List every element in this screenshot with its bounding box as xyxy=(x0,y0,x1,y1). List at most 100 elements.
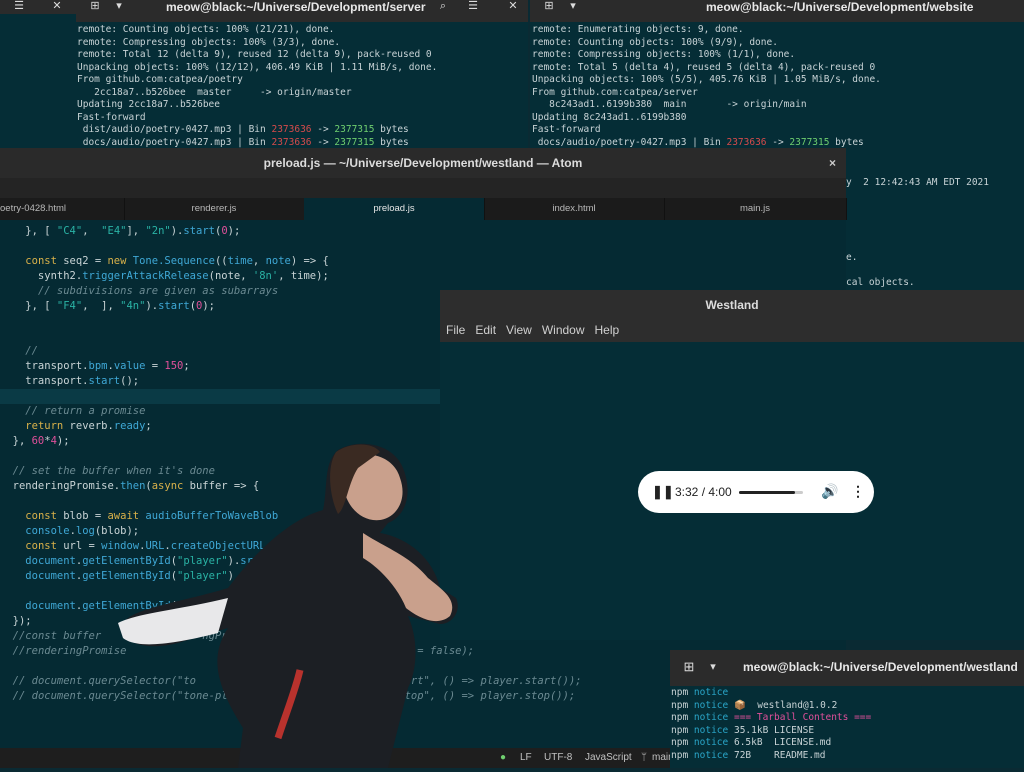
npm-notice: notice xyxy=(693,724,729,736)
chevron-down-icon[interactable]: ▾ xyxy=(562,0,584,14)
diff-new: 2377315 xyxy=(334,124,375,135)
terminal-diff-line: dist/audio/poetry-0427.mp3 | Bin 2373636… xyxy=(77,124,528,137)
menu-icon[interactable]: ☰ xyxy=(8,0,30,14)
terminal-line: Unpacking objects: 100% (12/12), 406.49 … xyxy=(77,61,438,73)
terminal-line: Fast-forward xyxy=(77,111,146,123)
npm-line: npm notice 6.5kB LICENSE.md xyxy=(671,737,1024,750)
diff-arrow: -> xyxy=(766,136,790,148)
menu-icon[interactable]: ☰ xyxy=(462,0,484,14)
terminal-westland[interactable]: ⊞ ▾ meow@black:~/Universe/Development/we… xyxy=(670,650,1024,768)
terminal-line: Fast-forward xyxy=(532,124,601,135)
left-terminal-strip: ☰ ✕ xyxy=(0,0,76,148)
terminal-diff-line: docs/audio/poetry-0427.mp3 | Bin 2373636… xyxy=(77,137,528,149)
new-tab-icon[interactable]: ⊞ xyxy=(538,0,560,14)
terminal-line: remote: Enumerating objects: 9, done. xyxy=(532,24,744,35)
npm-prefix: npm xyxy=(671,712,689,723)
tab-main-js[interactable]: main.js xyxy=(664,198,847,220)
search-icon[interactable]: ⌕ xyxy=(432,0,454,14)
menu-file[interactable]: File xyxy=(446,323,465,337)
diff-old: 2373636 xyxy=(271,124,312,135)
npm-notice: notice xyxy=(693,699,729,711)
npm-notice: notice xyxy=(693,687,729,698)
atom-titlebar: preload.js — ~/Universe/Development/west… xyxy=(0,148,846,178)
tab-poetry-html[interactable]: oetry-0428.html xyxy=(0,198,125,220)
terminal-line: remote: Total 5 (delta 4), reused 5 (del… xyxy=(532,61,876,73)
diff-old: 2373636 xyxy=(726,136,767,148)
seek-bar-fill xyxy=(739,491,796,494)
npm-line: npm notice === Tarball Contents === xyxy=(671,712,1024,725)
chevron-down-icon[interactable]: ▾ xyxy=(702,661,724,675)
terminal-line: remote: Compressing objects: 100% (1/1),… xyxy=(532,49,796,60)
diff-unit: bytes xyxy=(829,136,864,148)
left-terminal-titlebar: ☰ ✕ xyxy=(0,0,76,14)
pause-icon[interactable]: ❚❚ xyxy=(652,484,674,500)
npm-notice: notice xyxy=(693,712,729,723)
npm-prefix: npm xyxy=(671,749,689,761)
terminal-westland-output: npm notice npm notice 📦 westland@1.0.2 n… xyxy=(670,686,1024,762)
diff-file: docs/audio/poetry-0427.mp3 | Bin xyxy=(532,136,727,148)
close-icon[interactable]: ✕ xyxy=(502,0,524,14)
terminal-fragment: cal objects. xyxy=(846,277,915,288)
diff-arrow: -> xyxy=(311,124,335,135)
atom-toolbar-gap xyxy=(0,178,846,198)
terminal-line: From github.com:catpea/poetry xyxy=(77,74,243,85)
npm-prefix: npm xyxy=(671,737,689,748)
new-tab-icon[interactable]: ⊞ xyxy=(84,0,106,14)
audio-player[interactable]: ❚❚ 3:32 / 4:00 🔊 ⋮ xyxy=(638,471,874,513)
new-tab-icon[interactable]: ⊞ xyxy=(678,660,700,675)
terminal-website-titlebar: ⊞ ▾ meow@black:~/Universe/Development/we… xyxy=(530,0,1024,22)
terminal-fragment: e. xyxy=(846,252,858,263)
tab-index-html[interactable]: index.html xyxy=(484,198,665,220)
close-icon[interactable]: ✕ xyxy=(46,0,68,14)
volume-icon[interactable]: 🔊 xyxy=(821,483,838,500)
atom-title: preload.js — ~/Universe/Development/west… xyxy=(263,156,583,170)
menu-view[interactable]: View xyxy=(506,323,532,337)
diff-file: docs/audio/poetry-0427.mp3 | Bin xyxy=(77,136,272,148)
terminal-line: Updating 8c243ad1..6199b380 xyxy=(532,111,687,123)
terminal-server-output: remote: Counting objects: 100% (21/21), … xyxy=(76,22,528,148)
code-line: }, [ "C4", "E4"], "2n").start(0); xyxy=(0,225,241,237)
tab-bar: oetry-0428.html renderer.js preload.js i… xyxy=(0,198,847,220)
tab-preload-js[interactable]: preload.js xyxy=(304,198,485,220)
npm-text: 72B README.md xyxy=(733,749,826,761)
diff-file: dist/audio/poetry-0427.mp3 | Bin xyxy=(77,124,272,135)
terminal-server[interactable]: ⊞ ▾ meow@black:~/Universe/Development/se… xyxy=(76,0,528,148)
code-line: const seq2 = new Tone.Sequence((time, no… xyxy=(25,255,329,267)
more-options-icon[interactable]: ⋮ xyxy=(851,483,865,500)
git-status-icon: ● xyxy=(500,752,507,763)
terminal-line: remote: Compressing objects: 100% (3/3),… xyxy=(77,36,341,48)
terminal-line: remote: Counting objects: 100% (21/21), … xyxy=(77,24,335,35)
npm-text: === Tarball Contents === xyxy=(733,712,872,723)
terminal-westland-title: meow@black:~/Universe/Development/westla… xyxy=(743,660,1018,674)
npm-line: npm notice xyxy=(671,687,1024,700)
diff-old: 2373636 xyxy=(271,136,312,148)
npm-text: 📦 westland@1.0.2 xyxy=(733,699,838,711)
npm-text: 35.1kB LICENSE xyxy=(733,724,815,736)
terminal-line: Updating 2cc18a7..b526bee xyxy=(77,99,220,110)
menu-edit[interactable]: Edit xyxy=(475,323,496,337)
code-line: synth2.triggerAttackRelease(note, '8n', … xyxy=(0,270,329,282)
menu-help[interactable]: Help xyxy=(595,323,620,337)
npm-notice: notice xyxy=(693,749,729,761)
close-icon[interactable]: × xyxy=(829,148,836,178)
seek-bar[interactable] xyxy=(739,491,803,494)
diff-new: 2377315 xyxy=(334,136,375,148)
westland-window[interactable]: Westland File Edit View Window Help ❚❚ 3:32 … xyxy=(440,290,1024,640)
player-time: 3:32 / 4:00 xyxy=(675,485,732,499)
chevron-down-icon[interactable]: ▾ xyxy=(108,0,130,14)
line-ending[interactable]: LF xyxy=(520,752,532,763)
encoding[interactable]: UTF-8 xyxy=(544,752,572,763)
terminal-line: 2cc18a7..b526bee master -> origin/master xyxy=(77,86,352,98)
menu-bar: File Edit View Window Help xyxy=(440,320,1024,342)
grammar[interactable]: JavaScript xyxy=(585,752,632,763)
npm-line: npm notice 72B README.md xyxy=(671,750,1024,763)
diff-unit: bytes xyxy=(374,136,409,148)
tab-renderer-js[interactable]: renderer.js xyxy=(124,198,305,220)
npm-prefix: npm xyxy=(671,699,689,711)
npm-text: 6.5kB LICENSE.md xyxy=(733,737,832,748)
menu-window[interactable]: Window xyxy=(542,323,585,337)
terminal-line: From github.com:catpea/server xyxy=(532,86,698,98)
terminal-line: remote: Counting objects: 100% (9/9), do… xyxy=(532,36,778,48)
diff-unit: bytes xyxy=(374,124,409,135)
